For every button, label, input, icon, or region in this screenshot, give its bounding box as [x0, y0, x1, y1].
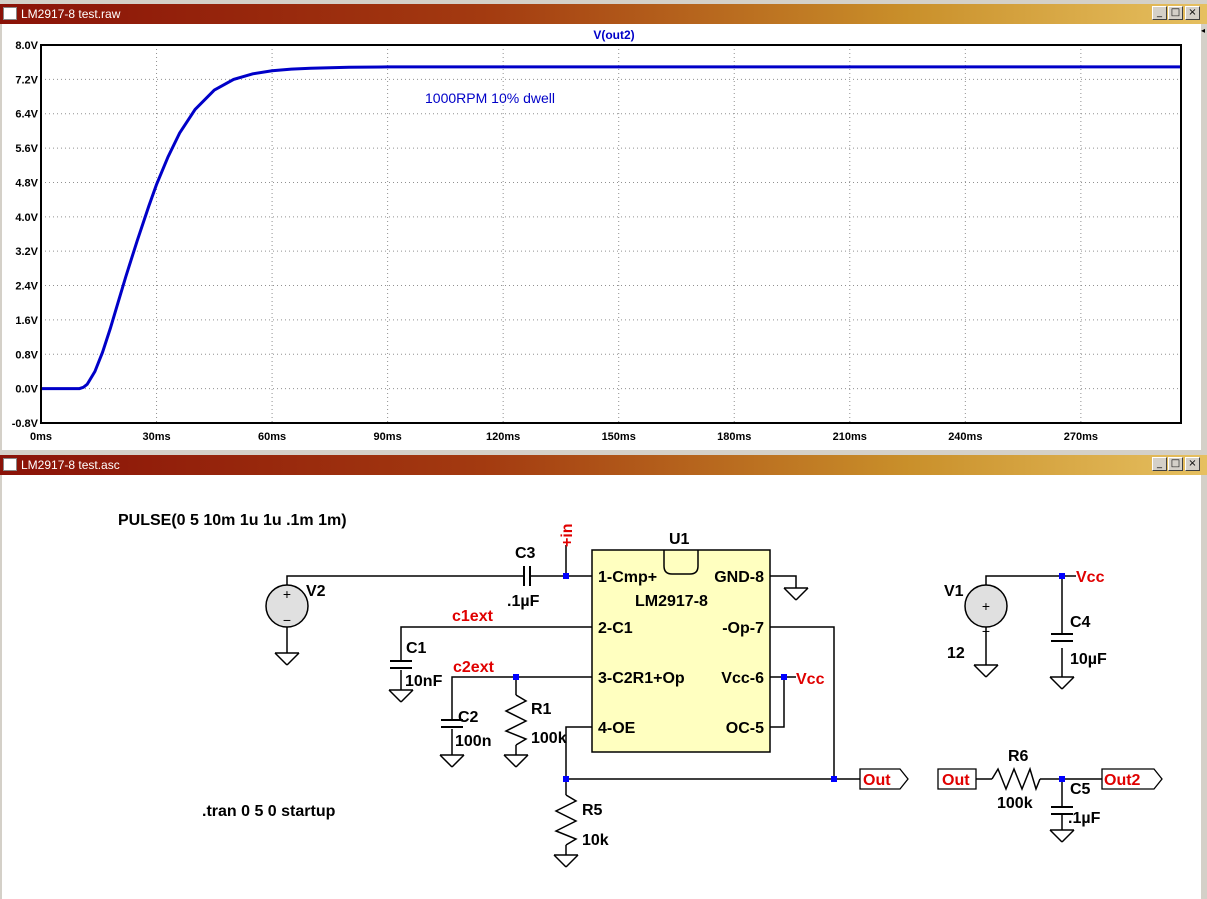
net-label-vcc-u1[interactable]: Vcc [796, 671, 825, 688]
schematic-maximize-button[interactable]: □ [1168, 457, 1183, 471]
port-out-label[interactable]: Out [863, 772, 891, 789]
y-tick-label: -0.8V [12, 418, 39, 430]
r1-name: R1 [531, 701, 552, 718]
u1-pin1: 1-Cmp+ [598, 569, 657, 586]
x-tick-label: 90ms [374, 431, 402, 443]
trace-name-label[interactable]: V(out2) [593, 28, 634, 42]
x-tick-label: 60ms [258, 431, 286, 443]
y-tick-label: 1.6V [15, 315, 38, 327]
x-tick-label: 120ms [486, 431, 520, 443]
u1-pin7: -Op-7 [722, 620, 764, 637]
c4-name: C4 [1070, 614, 1091, 631]
y-tick-label: 6.4V [15, 109, 38, 121]
c2-name: C2 [458, 709, 479, 726]
r5-value: 10k [582, 832, 609, 849]
r6-value: 100k [997, 795, 1033, 812]
c5-name: C5 [1070, 781, 1091, 798]
waveform-plot-pane[interactable]: V(out2) 1000RPM 10% dwell -0.8V 0.0V 0.8V 1… [2, 24, 1201, 450]
voltage-source-v2-icon[interactable]: + − [265, 584, 309, 628]
u1-pin4: 4-OE [598, 720, 636, 737]
net-label-in[interactable]: +in [559, 523, 576, 547]
u1-pin3: 3-C2R1+Op [598, 670, 685, 687]
svg-text:−: − [982, 623, 990, 639]
trace-line-vout2 [41, 65, 1181, 391]
plot-annotation: 1000RPM 10% dwell [425, 90, 555, 106]
waveform-window-title: LM2917-8 test.raw [21, 7, 121, 21]
x-tick-label: 270ms [1064, 431, 1098, 443]
y-tick-label: 4.8V [15, 177, 38, 189]
waveform-maximize-button[interactable]: □ [1168, 6, 1183, 20]
v1-name: V1 [944, 583, 964, 600]
x-tick-label: 180ms [717, 431, 751, 443]
y-tick-label: 3.2V [15, 246, 38, 258]
c1-name: C1 [406, 640, 427, 657]
y-tick-label: 8.0V [15, 40, 38, 52]
schematic-close-button[interactable]: × [1185, 457, 1200, 471]
c4-value: 10µF [1070, 651, 1107, 668]
x-tick-label: 0ms [30, 431, 52, 443]
waveform-window-titlebar[interactable]: LM2917-8 test.raw _ □ × [0, 4, 1207, 24]
waveform-doc-icon [3, 7, 17, 20]
u1-pin2: 2-C1 [598, 620, 633, 637]
y-tick-label: 7.2V [15, 74, 38, 86]
port-out-in-label[interactable]: Out [942, 772, 970, 789]
voltage-source-v1-icon[interactable]: + − [964, 584, 1008, 639]
u1-name: U1 [669, 531, 690, 548]
schematic-window-titlebar[interactable]: LM2917-8 test.asc _ □ × [0, 455, 1207, 475]
plot-frame [40, 44, 1182, 424]
c5-value: .1µF [1068, 810, 1101, 827]
r5-name: R5 [582, 802, 603, 819]
u1-pin6: Vcc-6 [721, 670, 764, 687]
waveform-close-button[interactable]: × [1185, 6, 1200, 20]
schematic-window-title: LM2917-8 test.asc [21, 458, 120, 472]
schematic-minimize-button[interactable]: _ [1152, 457, 1167, 471]
x-tick-label: 210ms [833, 431, 867, 443]
svg-text:+: + [283, 586, 291, 602]
u1-part: LM2917-8 [635, 593, 708, 610]
x-tick-label: 30ms [142, 431, 170, 443]
c1-value: 10nF [405, 673, 443, 690]
net-label-vcc-v1[interactable]: Vcc [1076, 569, 1105, 586]
x-tick-label: 150ms [602, 431, 636, 443]
schematic-pane[interactable]: + − + − PULSE(0 5 10m 1u 1u .1m 1m) .tra… [2, 475, 1201, 899]
svg-text:−: − [283, 612, 291, 628]
y-tick-label: 0.8V [15, 349, 38, 361]
schematic-doc-icon [3, 458, 17, 471]
net-label-c2ext[interactable]: c2ext [453, 659, 495, 676]
c3-name: C3 [515, 545, 536, 562]
x-tick-label: 240ms [948, 431, 982, 443]
v1-value: 12 [947, 645, 965, 662]
v2-name: V2 [306, 583, 326, 600]
tran-directive[interactable]: .tran 0 5 0 startup [202, 803, 336, 820]
c3-value: .1µF [507, 593, 540, 610]
svg-text:+: + [982, 598, 990, 614]
port-out2-label[interactable]: Out2 [1104, 772, 1141, 789]
schematic-canvas[interactable]: + − + − PULSE(0 5 10m 1u 1u .1m 1m) .tra… [2, 475, 1201, 899]
r6-name: R6 [1008, 748, 1029, 765]
u1-pin8: GND-8 [714, 569, 764, 586]
waveform-plot[interactable]: V(out2) 1000RPM 10% dwell -0.8V 0.0V 0.8V 1… [2, 24, 1201, 450]
c2-value: 100n [455, 733, 491, 750]
net-label-c1ext[interactable]: c1ext [452, 608, 494, 625]
u1-pin5: OC-5 [726, 720, 764, 737]
scroll-right-icon[interactable]: ◂ [1201, 26, 1207, 36]
y-tick-label: 5.6V [15, 143, 38, 155]
waveform-minimize-button[interactable]: _ [1152, 6, 1167, 20]
y-tick-label: 4.0V [15, 212, 38, 224]
pulse-directive[interactable]: PULSE(0 5 10m 1u 1u .1m 1m) [118, 512, 347, 529]
y-tick-label: 0.0V [15, 384, 38, 396]
y-tick-label: 2.4V [15, 281, 38, 293]
r1-value: 100k [531, 730, 567, 747]
